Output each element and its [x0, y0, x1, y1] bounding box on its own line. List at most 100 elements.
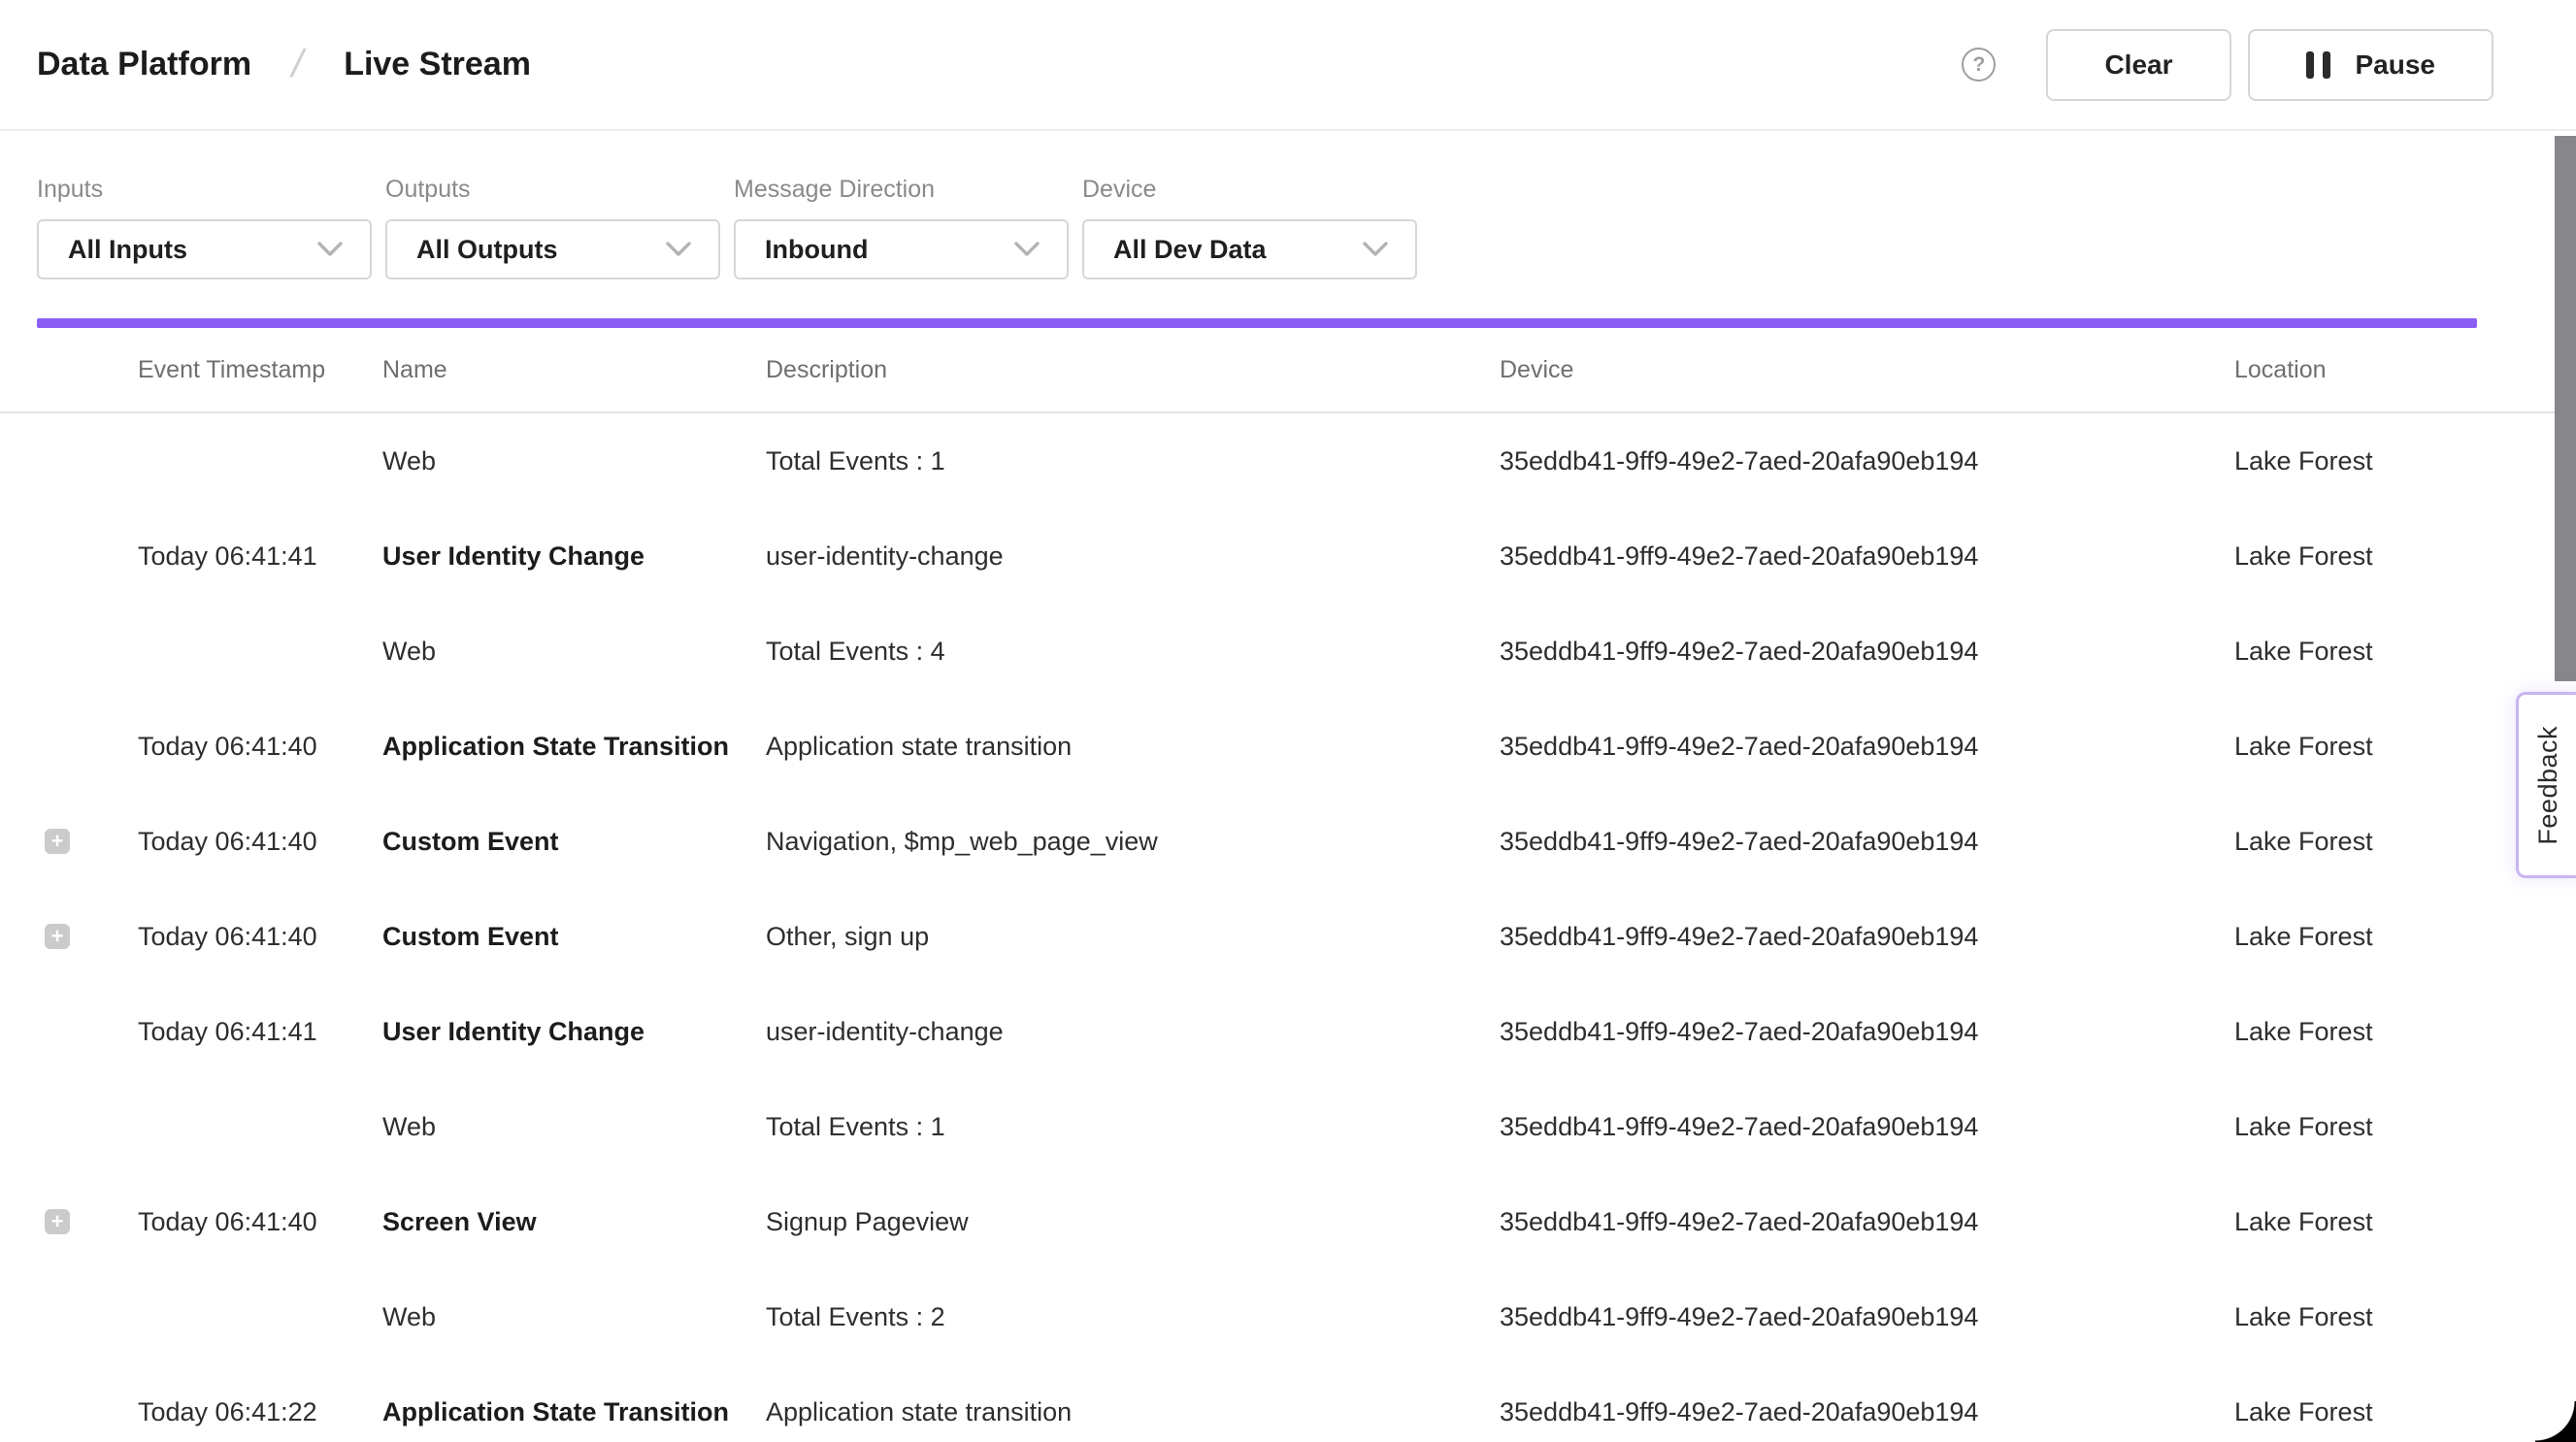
event-name-cell: Web	[382, 1112, 766, 1142]
filter-label: Device	[1082, 175, 1417, 204]
event-location-cell: Lake Forest	[2234, 1017, 2576, 1047]
event-timestamp-cell: Today 06:41:41	[138, 1017, 382, 1047]
event-device-cell: 35eddb41-9ff9-49e2-7aed-20afa90eb194	[1500, 446, 2234, 476]
event-name-cell: Web	[382, 1302, 766, 1332]
pause-button[interactable]: Pause	[2248, 29, 2494, 101]
event-description-cell: Application state transition	[766, 732, 1500, 762]
table-row[interactable]: Web Total Events : 1 35eddb41-9ff9-49e2-…	[0, 1079, 2576, 1174]
filter-label: Inputs	[37, 175, 372, 204]
filter-label: Message Direction	[734, 175, 1069, 204]
event-name-cell: User Identity Change	[382, 541, 766, 572]
breadcrumb-section[interactable]: Data Platform	[37, 46, 251, 83]
table-row[interactable]: Today 06:41:41 User Identity Change user…	[0, 508, 2576, 604]
scrollbar-thumb[interactable]	[2555, 136, 2576, 681]
chevron-down-icon	[317, 242, 343, 257]
clear-button[interactable]: Clear	[2046, 29, 2230, 101]
table-row[interactable]: + Today 06:41:40 Custom Event Navigation…	[0, 794, 2576, 889]
feedback-tab-label: Feedback	[2533, 726, 2563, 845]
expand-row-button[interactable]: +	[45, 924, 70, 949]
event-location-cell: Lake Forest	[2234, 541, 2576, 572]
chevron-down-icon	[1363, 242, 1388, 257]
event-timestamp-cell: Today 06:41:40	[138, 732, 382, 762]
event-timestamp-cell: Today 06:41:40	[138, 1207, 382, 1237]
live-stream-progress-bar	[37, 318, 2477, 328]
event-name-cell: Web	[382, 637, 766, 667]
event-description-cell: Total Events : 1	[766, 1112, 1500, 1142]
chevron-down-icon	[1014, 242, 1040, 257]
table-row[interactable]: Today 06:41:40 Application State Transit…	[0, 699, 2576, 794]
table-row[interactable]: Web Total Events : 4 35eddb41-9ff9-49e2-…	[0, 604, 2576, 699]
event-name-cell: Screen View	[382, 1207, 766, 1237]
event-device-cell: 35eddb41-9ff9-49e2-7aed-20afa90eb194	[1500, 827, 2234, 857]
event-location-cell: Lake Forest	[2234, 1302, 2576, 1332]
event-device-cell: 35eddb41-9ff9-49e2-7aed-20afa90eb194	[1500, 732, 2234, 762]
filter-select[interactable]: All Outputs	[385, 219, 720, 279]
table-row[interactable]: Web Total Events : 2 35eddb41-9ff9-49e2-…	[0, 1269, 2576, 1364]
header-actions: ? Clear Pause	[1962, 29, 2493, 101]
table-body: Web Total Events : 1 35eddb41-9ff9-49e2-…	[0, 413, 2576, 1442]
window-corner	[2535, 1401, 2576, 1442]
expand-row-button[interactable]: +	[45, 1209, 70, 1234]
filter-select[interactable]: All Inputs	[37, 219, 372, 279]
event-name-cell: Application State Transition	[382, 732, 766, 762]
event-device-cell: 35eddb41-9ff9-49e2-7aed-20afa90eb194	[1500, 922, 2234, 952]
event-timestamp-cell: Today 06:41:41	[138, 541, 382, 572]
event-location-cell: Lake Forest	[2234, 1207, 2576, 1237]
event-device-cell: 35eddb41-9ff9-49e2-7aed-20afa90eb194	[1500, 1112, 2234, 1142]
event-name-cell: Web	[382, 446, 766, 476]
event-device-cell: 35eddb41-9ff9-49e2-7aed-20afa90eb194	[1500, 1302, 2234, 1332]
chevron-down-icon	[666, 242, 691, 257]
event-name-cell: Custom Event	[382, 827, 766, 857]
column-header-event-timestamp: Event Timestamp	[138, 356, 382, 384]
event-timestamp-cell: Today 06:41:40	[138, 827, 382, 857]
breadcrumb-separator-icon: /	[287, 43, 308, 86]
event-description-cell: user-identity-change	[766, 1017, 1500, 1047]
filter-select[interactable]: Inbound	[734, 219, 1069, 279]
filter-selected-value: Inbound	[765, 235, 868, 265]
breadcrumb: Data Platform / Live Stream	[37, 43, 531, 86]
column-header-name: Name	[382, 356, 766, 384]
event-name-cell: User Identity Change	[382, 1017, 766, 1047]
event-location-cell: Lake Forest	[2234, 922, 2576, 952]
page-header: Data Platform / Live Stream ? Clear Paus…	[0, 0, 2576, 131]
column-header-description: Description	[766, 356, 1500, 384]
filter-outputs: Outputs All Outputs	[385, 175, 720, 279]
table-row[interactable]: + Today 06:41:40 Custom Event Other, sig…	[0, 889, 2576, 984]
event-name-cell: Application State Transition	[382, 1397, 766, 1427]
event-description-cell: Total Events : 2	[766, 1302, 1500, 1332]
event-description-cell: Application state transition	[766, 1397, 1500, 1427]
event-timestamp-cell: Today 06:41:40	[138, 922, 382, 952]
event-location-cell: Lake Forest	[2234, 1112, 2576, 1142]
table-row[interactable]: Web Total Events : 1 35eddb41-9ff9-49e2-…	[0, 413, 2576, 508]
filter-selected-value: All Dev Data	[1113, 235, 1267, 265]
filter-select[interactable]: All Dev Data	[1082, 219, 1417, 279]
filter-selected-value: All Inputs	[68, 235, 187, 265]
event-device-cell: 35eddb41-9ff9-49e2-7aed-20afa90eb194	[1500, 1207, 2234, 1237]
events-table: Event Timestamp Name Description Device …	[0, 328, 2576, 1442]
feedback-tab[interactable]: Feedback	[2516, 692, 2576, 878]
table-row[interactable]: Today 06:41:41 User Identity Change user…	[0, 984, 2576, 1079]
expand-row-button[interactable]: +	[45, 829, 70, 854]
filter-bar: Inputs All Inputs Outputs All Outputs Me…	[0, 131, 2576, 318]
filter-device: Device All Dev Data	[1082, 175, 1417, 279]
event-device-cell: 35eddb41-9ff9-49e2-7aed-20afa90eb194	[1500, 637, 2234, 667]
filter-inputs: Inputs All Inputs	[37, 175, 372, 279]
event-description-cell: Total Events : 1	[766, 446, 1500, 476]
event-description-cell: Total Events : 4	[766, 637, 1500, 667]
event-description-cell: Navigation, $mp_web_page_view	[766, 827, 1500, 857]
event-location-cell: Lake Forest	[2234, 637, 2576, 667]
event-description-cell: Other, sign up	[766, 922, 1500, 952]
help-icon[interactable]: ?	[1962, 48, 1996, 82]
table-row[interactable]: + Today 06:41:40 Screen View Signup Page…	[0, 1174, 2576, 1269]
filter-label: Outputs	[385, 175, 720, 204]
live-stream-page: Data Platform / Live Stream ? Clear Paus…	[0, 0, 2576, 1442]
pause-button-label: Pause	[2356, 49, 2436, 81]
column-header-location: Location	[2234, 356, 2576, 384]
column-header-device: Device	[1500, 356, 2234, 384]
event-description-cell: Signup Pageview	[766, 1207, 1500, 1237]
event-location-cell: Lake Forest	[2234, 446, 2576, 476]
breadcrumb-page: Live Stream	[344, 46, 531, 83]
clear-button-label: Clear	[2104, 49, 2172, 81]
event-device-cell: 35eddb41-9ff9-49e2-7aed-20afa90eb194	[1500, 1017, 2234, 1047]
table-row[interactable]: Today 06:41:22 Application State Transit…	[0, 1364, 2576, 1442]
